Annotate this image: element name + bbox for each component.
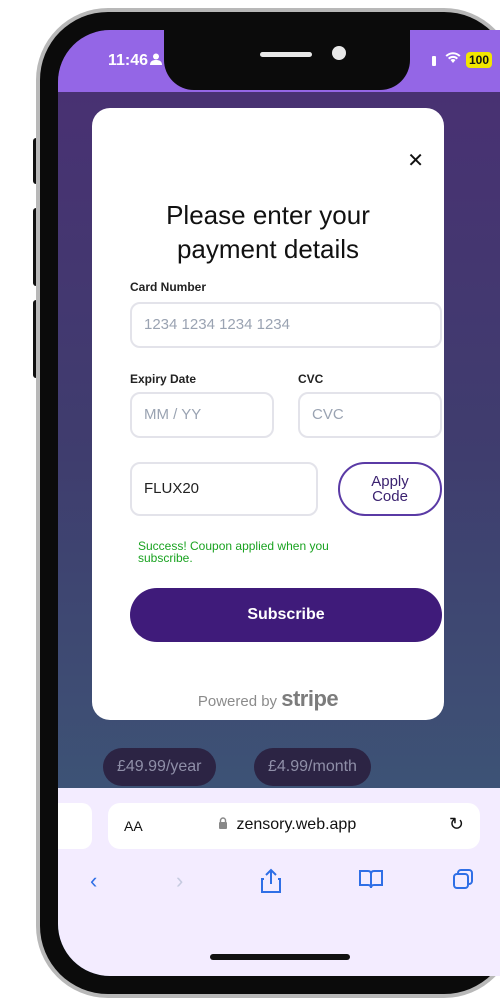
- apply-code-button[interactable]: Apply Code: [338, 462, 442, 516]
- bookmarks-icon[interactable]: [358, 868, 384, 896]
- signal-icon: [432, 56, 436, 66]
- payment-modal: ✕ Please enter your payment details Card…: [92, 108, 444, 720]
- browser-nav-row: ‹ ›: [58, 868, 500, 908]
- home-indicator: [210, 954, 350, 960]
- card-number-label: Card Number: [130, 280, 207, 294]
- notch-speaker: [260, 52, 312, 57]
- url-bar[interactable]: AA zensory.web.app ↻: [108, 803, 480, 849]
- price-month-pill[interactable]: £4.99/month: [254, 748, 371, 786]
- powered-by-stripe: Powered by stripe: [92, 686, 444, 712]
- close-icon[interactable]: ✕: [407, 148, 424, 173]
- coupon-success-message: Success! Coupon applied when you subscri…: [138, 540, 408, 564]
- apply-code-line1: Apply: [371, 473, 409, 490]
- price-year-pill[interactable]: £49.99/year: [103, 748, 216, 786]
- apply-code-line2: Code: [372, 488, 408, 505]
- expiry-date-input[interactable]: MM / YY: [130, 392, 274, 438]
- notch-camera: [332, 46, 346, 60]
- forward-icon[interactable]: ›: [176, 868, 183, 894]
- coupon-input[interactable]: FLUX20: [130, 462, 318, 516]
- previous-tab-url-bar[interactable]: [58, 803, 92, 849]
- cvc-input[interactable]: CVC: [298, 392, 442, 438]
- tabs-icon[interactable]: [452, 868, 474, 896]
- powered-by-label: Powered by: [197, 693, 278, 710]
- reload-icon[interactable]: ↻: [449, 814, 464, 835]
- card-number-input[interactable]: 1234 1234 1234 1234: [130, 302, 442, 348]
- success-line2: subscribe.: [138, 551, 193, 565]
- url-address: zensory.web.app: [236, 816, 357, 833]
- notch: [164, 30, 410, 90]
- stripe-logo: stripe: [281, 686, 339, 711]
- status-time: 11:46: [108, 52, 149, 69]
- back-icon[interactable]: ‹: [90, 868, 97, 894]
- status-bar: 11:46 100: [58, 30, 500, 92]
- url-text: zensory.web.app: [218, 816, 356, 834]
- modal-title-line2: payment details: [176, 234, 360, 264]
- person-icon: [150, 52, 162, 68]
- battery-indicator: 100: [466, 52, 493, 68]
- modal-title-line1: Please enter your: [166, 200, 370, 230]
- share-icon[interactable]: [260, 868, 282, 900]
- wifi-icon: [444, 50, 462, 69]
- cvc-label: CVC: [298, 372, 324, 386]
- reader-aa-button[interactable]: AA: [124, 818, 143, 834]
- expiry-date-label: Expiry Date: [130, 372, 197, 386]
- phone-bezel: 11:46 100 ✕ Please enter your payment de…: [40, 12, 500, 994]
- modal-title: Please enter your payment details: [92, 198, 444, 266]
- browser-toolbar: AA zensory.web.app ↻ ‹ ›: [58, 788, 500, 976]
- screen: 11:46 100 ✕ Please enter your payment de…: [58, 30, 500, 976]
- subscribe-button[interactable]: Subscribe: [130, 588, 442, 642]
- phone-frame: 11:46 100 ✕ Please enter your payment de…: [36, 8, 500, 998]
- lock-icon: [218, 816, 236, 833]
